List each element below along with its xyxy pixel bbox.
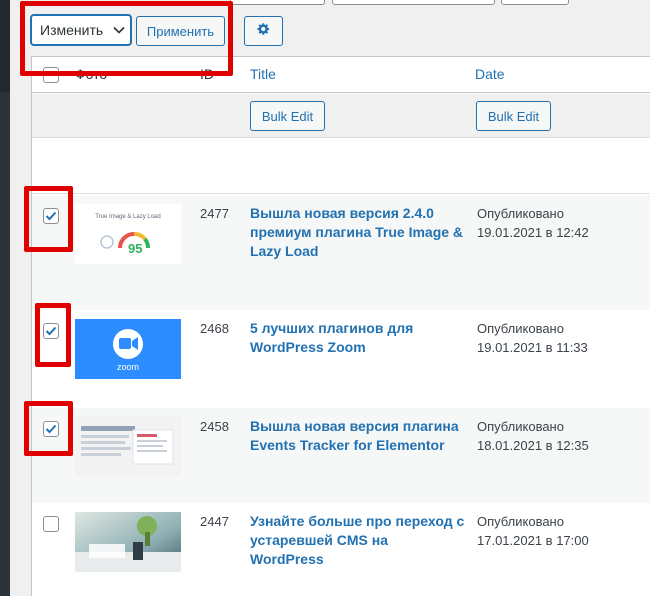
column-header-date[interactable]: Date <box>475 66 505 82</box>
table-row: 2447 Узнайте больше про переход с устаре… <box>32 503 650 596</box>
chevron-down-icon <box>108 26 130 34</box>
post-status: Опубликовано <box>477 321 564 336</box>
post-thumbnail[interactable] <box>75 416 181 476</box>
post-thumbnail[interactable] <box>75 512 181 572</box>
post-date: Опубликовано 19.01.2021 в 12:42 <box>477 204 647 242</box>
empty-row <box>32 139 650 194</box>
column-header-title[interactable]: Title <box>250 66 276 82</box>
row-checkbox[interactable] <box>43 421 59 437</box>
admin-sidebar-edge <box>0 0 10 596</box>
title-bulk-edit-button[interactable]: Bulk Edit <box>250 101 325 131</box>
row-checkbox[interactable] <box>43 208 59 224</box>
row-checkbox[interactable] <box>43 516 59 532</box>
post-id: 2458 <box>200 419 229 434</box>
check-icon <box>45 424 57 434</box>
table-row: 2458 Вышла новая версия плагина Events T… <box>32 408 650 503</box>
post-date: Опубликовано 18.01.2021 в 12:35 <box>477 417 647 455</box>
post-date: Опубликовано 19.01.2021 в 11:33 <box>477 319 647 357</box>
filter-input-2[interactable] <box>332 0 495 5</box>
bulk-action-selected-value: Изменить <box>40 22 104 38</box>
apply-button[interactable]: Применить <box>136 16 225 46</box>
column-header-photo: Фото <box>75 66 108 82</box>
post-thumbnail[interactable]: True Image & Lazy Load 95 <box>75 204 181 264</box>
posts-table: Фото ID Title Date Bulk Edit Bulk Edit T… <box>31 56 650 596</box>
table-row: zoom 2468 5 лучших плагинов для WordPres… <box>32 310 650 408</box>
thumbnail-caption: True Image & Lazy Load <box>95 214 161 220</box>
select-all-checkbox[interactable] <box>43 67 59 83</box>
post-date: Опубликовано 17.01.2021 в 17:00 <box>477 512 647 550</box>
table-row: True Image & Lazy Load 95 2477 Вышла нов… <box>32 195 650 310</box>
post-datetime: 18.01.2021 в 12:35 <box>477 438 589 453</box>
post-datetime: 19.01.2021 в 12:42 <box>477 225 589 240</box>
bulk-action-select[interactable]: Изменить <box>31 15 131 45</box>
thumbnail-score: 95 <box>128 241 143 256</box>
admin-sidebar-panel <box>0 92 10 596</box>
post-id: 2468 <box>200 321 229 336</box>
filter-input-1[interactable] <box>230 0 325 5</box>
row-checkbox[interactable] <box>43 323 59 339</box>
post-title-link[interactable]: Узнайте больше про переход с устаревшей … <box>250 512 465 569</box>
check-icon <box>45 326 57 336</box>
post-title-link[interactable]: Вышла новая версия плагина Events Tracke… <box>250 417 465 455</box>
post-id: 2477 <box>200 206 229 221</box>
post-status: Опубликовано <box>477 419 564 434</box>
post-thumbnail[interactable]: zoom <box>75 319 181 379</box>
bulk-edit-row: Bulk Edit Bulk Edit <box>32 94 650 138</box>
column-header-id: ID <box>200 66 214 82</box>
table-header: Фото ID Title Date <box>32 57 650 93</box>
post-id: 2447 <box>200 514 229 529</box>
post-status: Опубликовано <box>477 514 564 529</box>
post-datetime: 17.01.2021 в 17:00 <box>477 533 589 548</box>
gear-icon <box>256 22 271 41</box>
post-title-link[interactable]: 5 лучших плагинов для WordPress Zoom <box>250 319 465 357</box>
post-title-link[interactable]: Вышла новая версия 2.4.0 премиум плагина… <box>250 204 465 261</box>
office-desk-thumbnail-image <box>75 512 181 572</box>
thumbnail-caption: zoom <box>116 362 139 372</box>
post-status: Опубликовано <box>477 206 564 221</box>
date-bulk-edit-button[interactable]: Bulk Edit <box>476 101 551 131</box>
post-datetime: 19.01.2021 в 11:33 <box>477 340 588 355</box>
check-icon <box>45 211 57 221</box>
filter-input-3[interactable] <box>501 0 569 5</box>
events-tracker-thumbnail-image <box>75 416 181 476</box>
settings-button[interactable] <box>244 16 283 46</box>
